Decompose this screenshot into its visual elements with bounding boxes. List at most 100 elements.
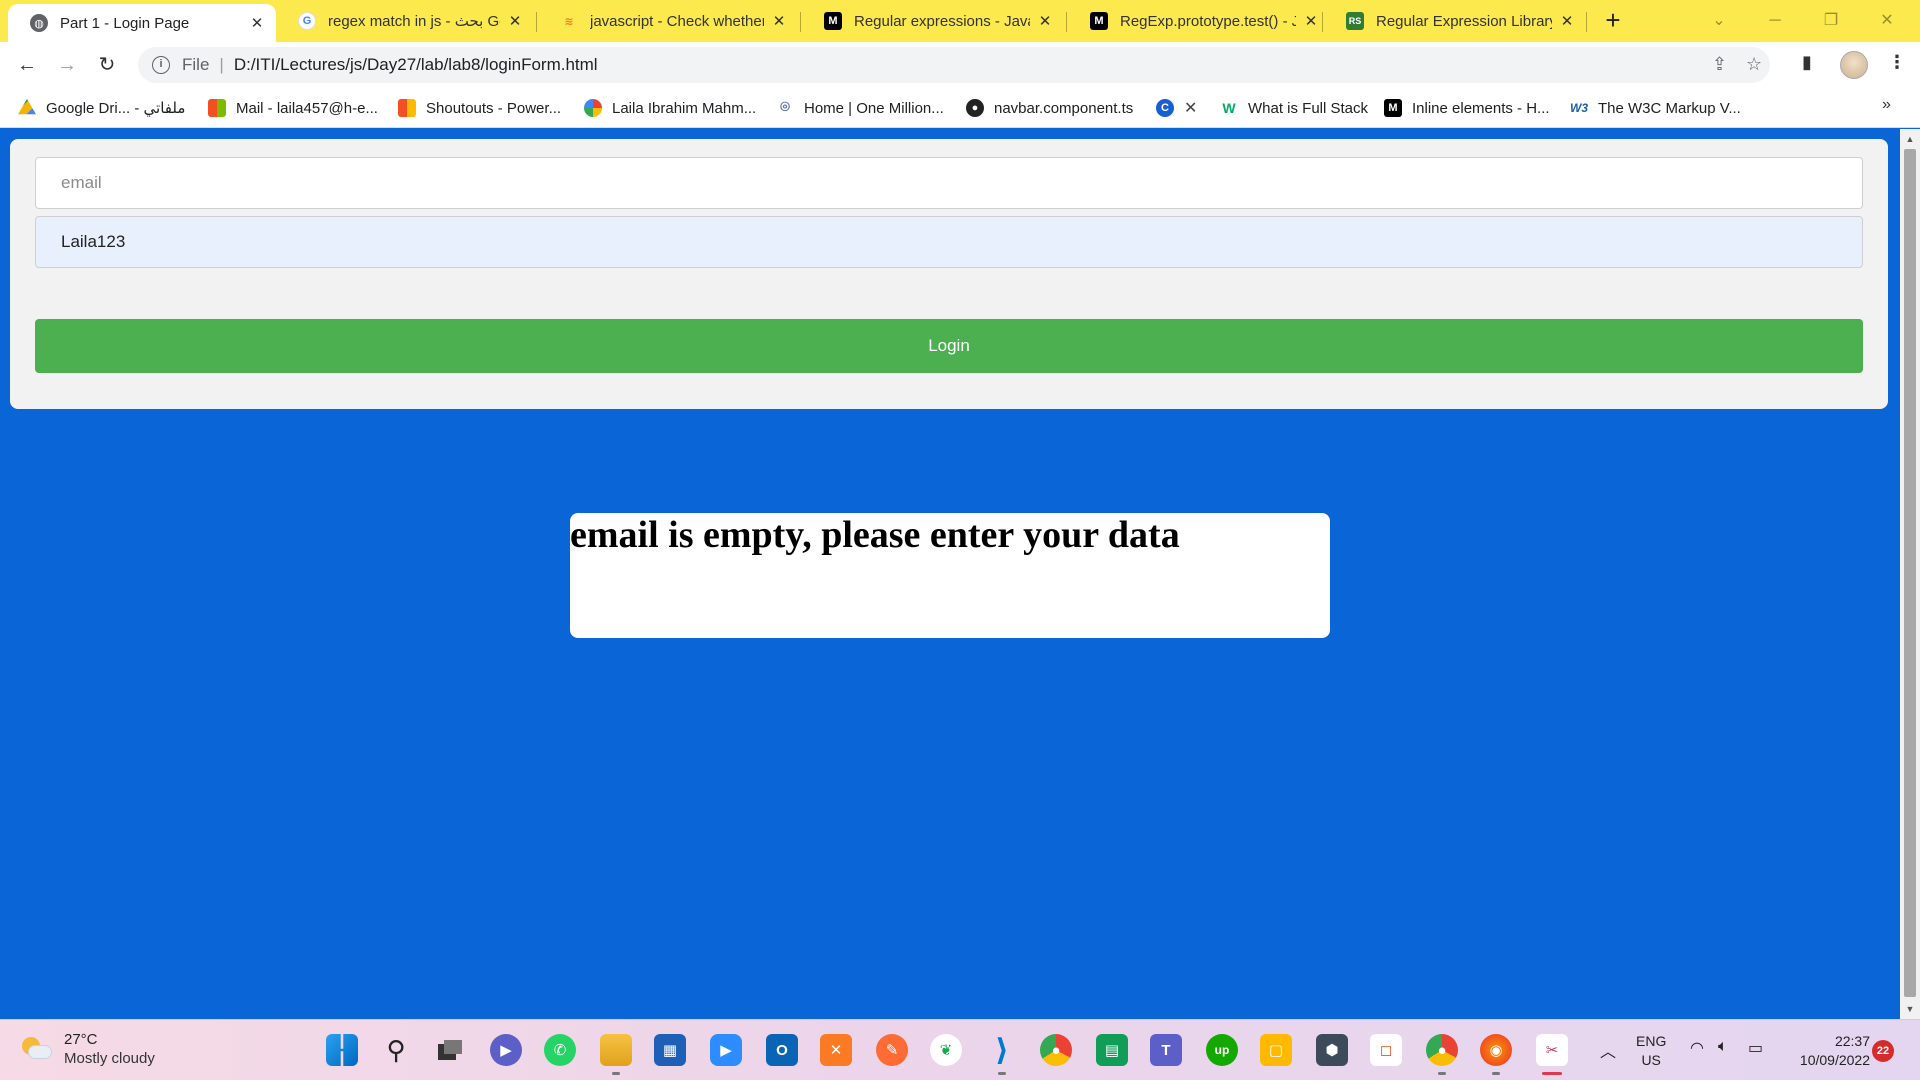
- tab-login-page[interactable]: ◍ Part 1 - Login Page ✕: [8, 4, 276, 42]
- tab-regexlib[interactable]: RS Regular Expression Library ✕: [1324, 3, 1586, 39]
- zoom-icon[interactable]: ▶: [710, 1034, 742, 1066]
- share-icon[interactable]: ⇪: [1712, 54, 1727, 75]
- store-icon[interactable]: ▦: [654, 1034, 686, 1066]
- notification-badge[interactable]: 22: [1872, 1040, 1894, 1062]
- file-explorer-icon[interactable]: [600, 1034, 632, 1066]
- close-icon[interactable]: ✕: [770, 12, 788, 30]
- close-icon[interactable]: ✕: [248, 14, 266, 32]
- bookmark-laila-ibrahim[interactable]: Laila Ibrahim Mahm...: [584, 96, 756, 120]
- sheets-icon[interactable]: ▤: [1096, 1034, 1128, 1066]
- browser-toolbar: ← → ↻ i File | D:/ITI/Lectures/js/Day27/…: [0, 42, 1920, 88]
- avatar[interactable]: [1840, 51, 1868, 79]
- tab-mdn-regex[interactable]: M Regular expressions - JavaS ✕: [802, 3, 1064, 39]
- microsoft-icon: [208, 99, 226, 117]
- login-form: Login: [10, 139, 1888, 409]
- globe-icon: ◍: [30, 14, 48, 32]
- chat-icon[interactable]: ▶: [490, 1034, 522, 1066]
- restore-icon[interactable]: ❐: [1808, 4, 1854, 38]
- clock[interactable]: 22:37 10/09/2022: [1784, 1032, 1870, 1070]
- tab-title: Regular Expression Library: [1376, 12, 1552, 30]
- page-scrollbar[interactable]: ▲ ▼: [1900, 129, 1920, 1019]
- tab-mdn-regexp-test[interactable]: M RegExp.prototype.test() - Ja ✕: [1068, 3, 1330, 39]
- tab-regex-search[interactable]: G regex match in js - بحث Goo ✕: [276, 3, 534, 39]
- upwork-icon[interactable]: up: [1206, 1034, 1238, 1066]
- menu-kebab-icon[interactable]: ⋮: [1888, 52, 1906, 73]
- wifi-icon[interactable]: ◠: [1690, 1038, 1704, 1058]
- more-bookmarks-icon[interactable]: »: [1882, 96, 1891, 114]
- minimize-icon[interactable]: ─: [1752, 4, 1798, 38]
- firefox-icon[interactable]: ◉: [1480, 1034, 1512, 1066]
- weather-widget[interactable]: 27°C Mostly cloudy: [20, 1030, 155, 1068]
- tab-separator: [1322, 12, 1323, 32]
- chrome-profile-icon[interactable]: ●: [1426, 1034, 1458, 1066]
- volume-icon[interactable]: 🔈︎: [1718, 1038, 1728, 1056]
- clock-date: 10/09/2022: [1799, 1052, 1870, 1068]
- scroll-thumb[interactable]: [1904, 149, 1916, 997]
- teams-icon[interactable]: T: [1150, 1034, 1182, 1066]
- bookmark-star-icon[interactable]: ☆: [1746, 54, 1762, 75]
- bookmark-full-stack[interactable]: W What is Full Stack: [1220, 96, 1368, 120]
- weather-condition: Mostly cloudy: [64, 1050, 155, 1067]
- tab-title: javascript - Check whether a: [590, 12, 764, 30]
- chrome-icon[interactable]: ●: [1040, 1034, 1072, 1066]
- bookmark-mail[interactable]: Mail - laila457@h-e...: [208, 96, 378, 120]
- email-field[interactable]: [35, 157, 1863, 209]
- weather-temperature: 27°C: [64, 1031, 98, 1048]
- mongodb-icon[interactable]: ❦: [930, 1034, 962, 1066]
- snipping-tool-icon[interactable]: ✂: [1536, 1034, 1568, 1066]
- task-view-icon[interactable]: [434, 1034, 466, 1066]
- close-icon[interactable]: ✕: [1302, 12, 1320, 30]
- password-field[interactable]: [35, 216, 1863, 268]
- close-icon[interactable]: ✕: [1036, 12, 1054, 30]
- xampp-icon[interactable]: ✕: [820, 1034, 852, 1066]
- w3-logo-icon: W: [1222, 100, 1236, 116]
- tab-title: RegExp.prototype.test() - Ja: [1120, 12, 1296, 30]
- bookmark-c-logo[interactable]: C: [1156, 96, 1184, 120]
- tab-title: regex match in js - بحث Goo: [328, 13, 500, 30]
- validation-message: email is empty, please enter your data: [570, 514, 1180, 556]
- bookmark-label: navbar.component.ts: [994, 99, 1134, 117]
- start-menu-icon[interactable]: [326, 1034, 358, 1066]
- search-icon[interactable]: ⚲: [380, 1034, 412, 1066]
- bookmark-one-million[interactable]: ⌾ Home | One Million...: [776, 96, 944, 120]
- forward-arrow-icon[interactable]: →: [50, 48, 84, 82]
- tab-search-icon[interactable]: ⌄: [1696, 4, 1742, 38]
- clock-time: 22:37: [1834, 1033, 1870, 1049]
- bookmark-close[interactable]: ✕: [1184, 96, 1197, 120]
- whatsapp-icon[interactable]: ✆: [544, 1034, 576, 1066]
- taskbar: 27°C Mostly cloudy ⚲ ▶ ✆ ▦ ▶ O ✕ ✎ ❦ ⟩ ●…: [0, 1019, 1920, 1080]
- info-icon[interactable]: i: [152, 56, 170, 74]
- virtualbox-icon[interactable]: ▢: [1260, 1034, 1292, 1066]
- reload-icon[interactable]: ↻: [90, 48, 124, 82]
- active-indicator: [1542, 1072, 1562, 1075]
- battery-icon[interactable]: ▭: [1748, 1038, 1763, 1058]
- language-indicator[interactable]: ENG US: [1636, 1032, 1666, 1070]
- box-icon[interactable]: ⬢: [1316, 1034, 1348, 1066]
- close-icon[interactable]: ✕: [1558, 12, 1576, 30]
- scroll-down-arrow-icon[interactable]: ▼: [1900, 1001, 1920, 1017]
- bookmark-navbar-component[interactable]: ● navbar.component.ts: [966, 96, 1133, 120]
- new-tab-button[interactable]: +: [1598, 6, 1628, 36]
- bookmark-shoutouts[interactable]: Shoutouts - Power...: [398, 96, 561, 120]
- bookmark-inline-elements[interactable]: M Inline elements - H...: [1384, 96, 1550, 120]
- address-bar[interactable]: i File | D:/ITI/Lectures/js/Day27/lab/la…: [138, 47, 1770, 83]
- tab-separator: [1066, 12, 1067, 32]
- bookmark-w3c-markup[interactable]: W3 The W3C Markup V...: [1570, 96, 1741, 120]
- login-button[interactable]: Login: [35, 319, 1863, 373]
- keyboard-region: US: [1641, 1052, 1661, 1068]
- bookmark-google-drive[interactable]: Google Dri... - ملفاتي: [18, 96, 185, 120]
- scroll-up-arrow-icon[interactable]: ▲: [1900, 131, 1920, 147]
- github-icon: ●: [966, 99, 984, 117]
- office-icon[interactable]: ◻: [1370, 1034, 1402, 1066]
- tray-overflow-icon[interactable]: ︿: [1600, 1038, 1616, 1062]
- bookmark-label: The W3C Markup V...: [1598, 99, 1741, 117]
- window-close-icon[interactable]: ✕: [1864, 4, 1910, 38]
- tab-stackoverflow[interactable]: ≋ javascript - Check whether a ✕: [538, 3, 798, 39]
- back-arrow-icon[interactable]: ←: [10, 48, 44, 82]
- outlook-icon[interactable]: O: [766, 1034, 798, 1066]
- side-panel-icon[interactable]: ▮: [1802, 52, 1812, 73]
- close-icon[interactable]: ✕: [506, 12, 524, 30]
- url-text[interactable]: D:/ITI/Lectures/js/Day27/lab/lab8/loginF…: [234, 55, 598, 75]
- postman-icon[interactable]: ✎: [876, 1034, 908, 1066]
- vscode-icon[interactable]: ⟩: [986, 1034, 1018, 1067]
